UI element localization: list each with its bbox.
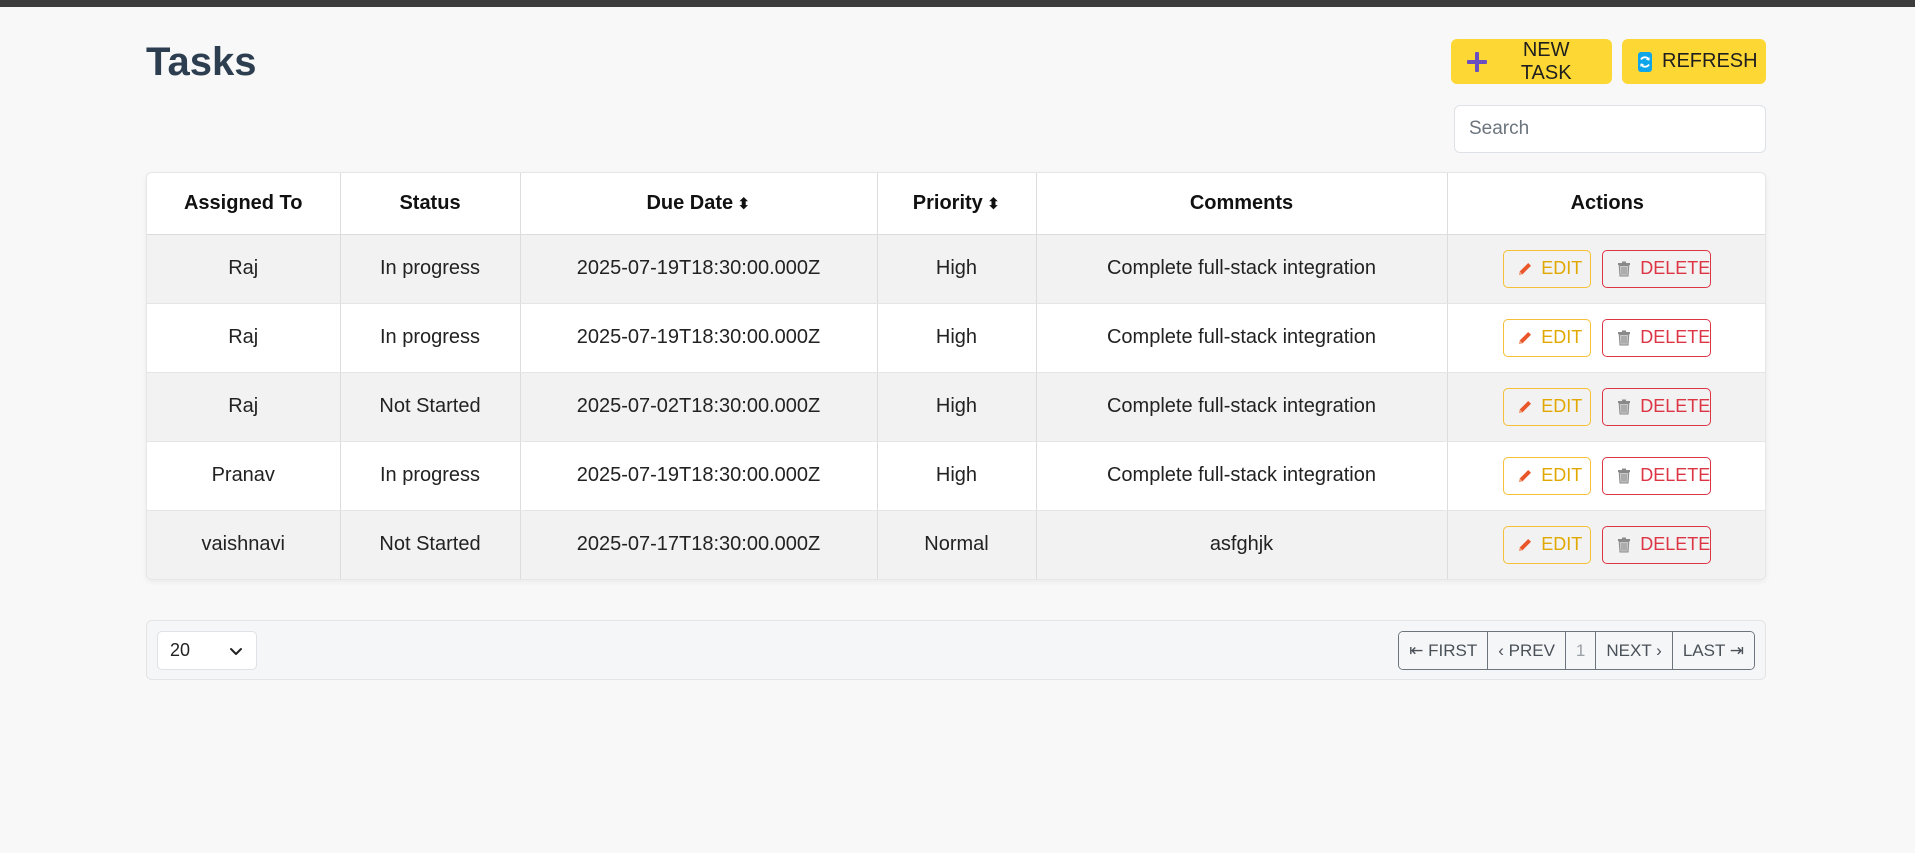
cell-actions: EDIT DELETE [1447, 441, 1765, 511]
cell-comments: Complete full-stack integration [1036, 234, 1448, 304]
refresh-icon [1638, 51, 1652, 72]
cell-priority: Normal [877, 510, 1037, 579]
cell-actions: EDIT DELETE [1447, 303, 1765, 373]
pencil-icon [1519, 469, 1532, 482]
trash-icon [1618, 537, 1631, 553]
refresh-button[interactable]: REFRESH [1622, 39, 1766, 84]
column-header-assigned-to[interactable]: Assigned To [147, 173, 341, 235]
pencil-icon [1519, 400, 1532, 413]
column-header-status[interactable]: Status [340, 173, 521, 235]
sort-icon[interactable]: ⬍ [737, 196, 750, 213]
cell-priority: High [877, 372, 1037, 442]
search-input[interactable] [1454, 105, 1766, 153]
cell-due-date: 2025-07-19T18:30:00.000Z [520, 303, 878, 373]
cell-comments: Complete full-stack integration [1036, 372, 1448, 442]
trash-icon [1618, 261, 1631, 276]
page-size-select[interactable]: 20 [157, 631, 257, 670]
column-header-actions: Actions [1447, 173, 1765, 235]
cell-due-date: 2025-07-17T18:30:00.000Z [520, 510, 878, 579]
pencil-icon [1519, 262, 1532, 275]
top-bar [0, 0, 1915, 7]
cell-actions: EDIT DELETE [1447, 234, 1765, 304]
column-header-due-date[interactable]: Due Date ⬍ [520, 173, 878, 235]
cell-assigned-to: Pranav [147, 441, 341, 511]
column-header-priority[interactable]: Priority ⬍ [877, 173, 1037, 235]
next-page-button[interactable]: NEXT › [1596, 632, 1673, 669]
trash-icon [1618, 330, 1631, 345]
delete-button[interactable]: DELETE [1602, 249, 1712, 288]
edit-button[interactable]: EDIT [1503, 249, 1592, 288]
cell-comments: Complete full-stack integration [1036, 441, 1448, 511]
cell-due-date: 2025-07-19T18:30:00.000Z [520, 441, 878, 511]
cell-assigned-to: Raj [147, 303, 341, 373]
cell-actions: EDIT DELETE [1447, 510, 1765, 579]
delete-button[interactable]: DELETE [1602, 456, 1712, 495]
new-task-button[interactable]: NEW TASK [1451, 39, 1612, 84]
new-task-label: NEW TASK [1520, 38, 1572, 84]
plus-icon [1467, 51, 1488, 72]
cell-status: In progress [340, 303, 521, 373]
cell-actions: EDIT DELETE [1447, 372, 1765, 442]
table-header-row: Assigned To Status Due Date ⬍ Priority ⬍ C… [147, 173, 1765, 235]
page-size-value: 20 [170, 640, 191, 660]
current-page-number: 1 [1565, 632, 1597, 669]
edit-button[interactable]: EDIT [1503, 456, 1592, 495]
cell-status: Not Started [340, 372, 521, 442]
trash-icon [1618, 399, 1631, 414]
pagination-controls: ⇤ FIRST ‹ PREV 1 NEXT › LAST ⇥ [1398, 631, 1755, 670]
cell-status: Not Started [340, 510, 521, 579]
edit-button[interactable]: EDIT [1503, 525, 1592, 564]
pagination-bar: 20 ⇤ FIRST ‹ PREV 1 NEXT › LAST ⇥ [146, 620, 1766, 680]
cell-priority: High [877, 303, 1037, 373]
table-row: Raj In progress 2025-07-19T18:30:00.000Z… [147, 234, 1765, 304]
cell-due-date: 2025-07-19T18:30:00.000Z [520, 234, 878, 304]
cell-status: In progress [340, 234, 521, 304]
sort-icon[interactable]: ⬍ [987, 196, 1000, 213]
cell-comments: asfghjk [1036, 510, 1448, 579]
cell-comments: Complete full-stack integration [1036, 303, 1448, 373]
table-row: Raj Not Started 2025-07-02T18:30:00.000Z… [147, 372, 1765, 442]
table-row: Raj In progress 2025-07-19T18:30:00.000Z… [147, 303, 1765, 373]
page-title: Tasks [146, 40, 257, 84]
cell-status: In progress [340, 441, 521, 511]
table-row: vaishnavi Not Started 2025-07-17T18:30:0… [147, 510, 1765, 579]
refresh-label: REFRESH [1662, 50, 1758, 72]
first-page-button[interactable]: ⇤ FIRST [1399, 632, 1489, 669]
cell-priority: High [877, 234, 1037, 304]
last-page-button[interactable]: LAST ⇥ [1672, 632, 1754, 669]
delete-button[interactable]: DELETE [1602, 387, 1712, 426]
chevron-down-icon [230, 647, 242, 655]
pencil-icon [1519, 538, 1532, 551]
delete-button[interactable]: DELETE [1602, 525, 1712, 564]
delete-button[interactable]: DELETE [1602, 318, 1712, 357]
cell-due-date: 2025-07-02T18:30:00.000Z [520, 372, 878, 442]
trash-icon [1618, 468, 1631, 483]
column-header-comments: Comments [1036, 173, 1448, 235]
table-row: Pranav In progress 2025-07-19T18:30:00.0… [147, 441, 1765, 511]
cell-assigned-to: Raj [147, 234, 341, 304]
edit-button[interactable]: EDIT [1503, 387, 1592, 426]
cell-assigned-to: vaishnavi [147, 510, 341, 579]
cell-priority: High [877, 441, 1037, 511]
tasks-table: Assigned To Status Due Date ⬍ Priority ⬍ C… [146, 172, 1766, 580]
edit-button[interactable]: EDIT [1503, 318, 1592, 357]
pencil-icon [1519, 331, 1532, 344]
cell-assigned-to: Raj [147, 372, 341, 442]
prev-page-button[interactable]: ‹ PREV [1488, 632, 1566, 669]
